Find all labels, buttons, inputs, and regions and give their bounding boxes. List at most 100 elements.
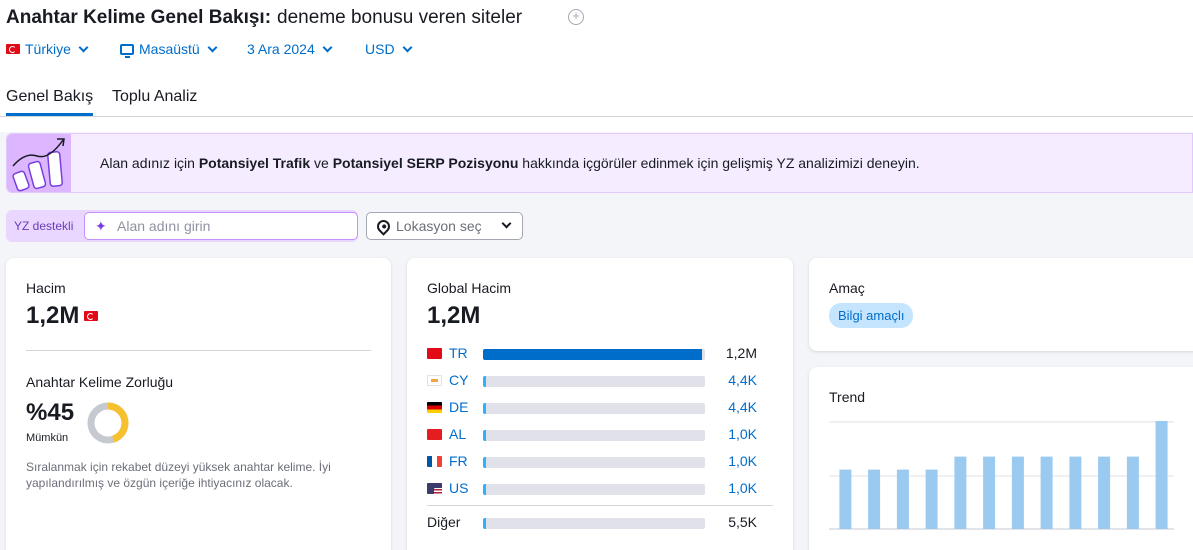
date-filter[interactable]: 3 Ara 2024 xyxy=(247,41,333,57)
page-title-label: Anahtar Kelime Genel Bakışı: xyxy=(6,7,272,28)
difficulty-donut xyxy=(87,402,129,444)
country-row-fr: FR 1,0K xyxy=(427,453,777,471)
sparkle-icon: ✦ xyxy=(95,218,107,234)
banner-message: Alan adınız için Potansiyel Trafik ve Po… xyxy=(100,155,920,171)
volume-label: Hacim xyxy=(26,280,66,296)
currency-filter[interactable]: USD xyxy=(365,41,413,57)
divider xyxy=(427,505,773,506)
trend-chart xyxy=(829,421,1174,530)
tr-flag-icon xyxy=(427,348,442,359)
tab-bar: Genel Bakış Toplu Analiz xyxy=(0,86,1193,117)
trend-card: Trend xyxy=(809,367,1193,550)
page-title-keyword: deneme bonusu veren siteler xyxy=(277,7,523,28)
trend-bar[interactable] xyxy=(839,469,852,529)
country-bar xyxy=(483,376,705,387)
other-bar xyxy=(483,518,705,529)
country-code[interactable]: CY xyxy=(449,372,468,388)
divider xyxy=(26,350,371,351)
other-bar-fill xyxy=(483,518,486,529)
country-volume: 1,2M xyxy=(725,345,757,361)
country-volume[interactable]: 4,4K xyxy=(728,372,757,388)
country-bar xyxy=(483,430,705,441)
other-label: Diğer xyxy=(427,514,461,530)
country-volume[interactable]: 1,0K xyxy=(728,480,757,496)
chevron-down-icon xyxy=(501,218,512,229)
chevron-down-icon xyxy=(207,42,218,52)
other-value: 5,5K xyxy=(728,514,757,530)
chevron-down-icon xyxy=(402,42,413,52)
country-volume[interactable]: 1,0K xyxy=(728,453,757,469)
trend-bar[interactable] xyxy=(1040,456,1053,529)
country-row-tr: TR 1,2M xyxy=(427,345,777,363)
us-flag-icon xyxy=(427,483,442,494)
difficulty-value: %45 xyxy=(26,399,75,426)
fr-flag-icon xyxy=(427,456,442,467)
page-title: Anahtar Kelime Genel Bakışı: deneme bonus… xyxy=(6,7,522,29)
difficulty-level: Mümkün xyxy=(26,432,69,444)
country-code[interactable]: AL xyxy=(449,426,466,442)
country-row-cy: CY 4,4K xyxy=(427,372,777,390)
intent-card: Amaç Bilgi amaçlı xyxy=(809,258,1193,351)
country-code[interactable]: US xyxy=(449,480,468,496)
country-bar xyxy=(483,349,705,360)
location-pin-icon xyxy=(374,216,393,236)
chevron-down-icon xyxy=(78,42,89,52)
country-bar xyxy=(483,457,705,468)
country-bar xyxy=(483,484,705,495)
trend-bar[interactable] xyxy=(1155,421,1168,529)
banner-text-2: ve xyxy=(314,155,329,171)
difficulty-description: Sıralanmak için rekabet düzeyi yüksek an… xyxy=(26,460,331,490)
banner-bold-serp: Potansiyel SERP Pozisyonu xyxy=(332,155,519,171)
country-code[interactable]: FR xyxy=(449,453,468,469)
global-volume-value: 1,2M xyxy=(427,302,481,329)
trend-bar[interactable] xyxy=(1069,456,1082,529)
trend-bar[interactable] xyxy=(983,456,996,529)
ai-badge: YZ destekli ✦ xyxy=(6,210,358,242)
trend-bar[interactable] xyxy=(868,469,881,529)
intent-label: Amaç xyxy=(829,280,865,296)
trend-label: Trend xyxy=(829,389,866,405)
country-filter-label: Türkiye xyxy=(25,41,71,57)
country-filter[interactable]: Türkiye xyxy=(6,41,89,57)
de-flag-icon xyxy=(427,402,442,413)
domain-input[interactable] xyxy=(84,212,358,240)
turkey-flag-icon xyxy=(6,44,20,54)
ai-promo-banner: Alan adınız için Potansiyel Trafik ve Po… xyxy=(6,133,1193,193)
volume-card: Hacim 1,2M Anahtar Kelime Zorluğu %45 Mü… xyxy=(6,258,391,550)
difficulty-label: Anahtar Kelime Zorluğu xyxy=(26,374,174,390)
trend-bar[interactable] xyxy=(896,469,909,529)
trend-bar[interactable] xyxy=(1098,456,1111,529)
country-row-al: AL 1,0K xyxy=(427,426,777,444)
country-bar-fill xyxy=(483,376,486,387)
country-row-us: US 1,0K xyxy=(427,480,777,498)
country-volume[interactable]: 1,0K xyxy=(728,426,757,442)
trend-bar[interactable] xyxy=(925,469,938,529)
add-to-list-icon[interactable]: + xyxy=(568,9,584,25)
country-bar-fill xyxy=(483,457,486,468)
al-flag-icon xyxy=(427,429,442,440)
country-code[interactable]: TR xyxy=(449,345,468,361)
country-row-de: DE 4,4K xyxy=(427,399,777,417)
growth-chart-illustration xyxy=(7,134,71,192)
trend-bar[interactable] xyxy=(1126,456,1139,529)
location-select[interactable]: Lokasyon seç xyxy=(366,212,523,240)
country-code[interactable]: DE xyxy=(449,399,468,415)
tab-bulk-analysis[interactable]: Toplu Analiz xyxy=(112,88,197,106)
country-bar xyxy=(483,403,705,414)
country-volume[interactable]: 4,4K xyxy=(728,399,757,415)
device-filter-label: Masaüstü xyxy=(139,41,200,57)
trend-bar[interactable] xyxy=(1011,456,1024,529)
trend-bar[interactable] xyxy=(954,456,967,529)
global-volume-card: Global Hacim 1,2M TR 1,2M CY 4,4K DE 4,4K AL 1,… xyxy=(407,258,793,550)
chevron-down-icon xyxy=(322,42,333,52)
intent-badge[interactable]: Bilgi amaçlı xyxy=(829,303,914,328)
banner-text-3: hakkında içgörüler edinmek için gelişmiş… xyxy=(522,155,920,171)
country-bar-fill xyxy=(483,349,702,360)
currency-filter-label: USD xyxy=(365,41,395,57)
tab-overview[interactable]: Genel Bakış xyxy=(6,88,94,116)
country-bar-fill xyxy=(483,430,486,441)
other-countries-row: Diğer 5,5K xyxy=(427,514,777,532)
device-filter[interactable]: Masaüstü xyxy=(120,41,218,58)
global-volume-label: Global Hacim xyxy=(427,280,512,296)
turkey-flag-icon xyxy=(84,311,98,321)
